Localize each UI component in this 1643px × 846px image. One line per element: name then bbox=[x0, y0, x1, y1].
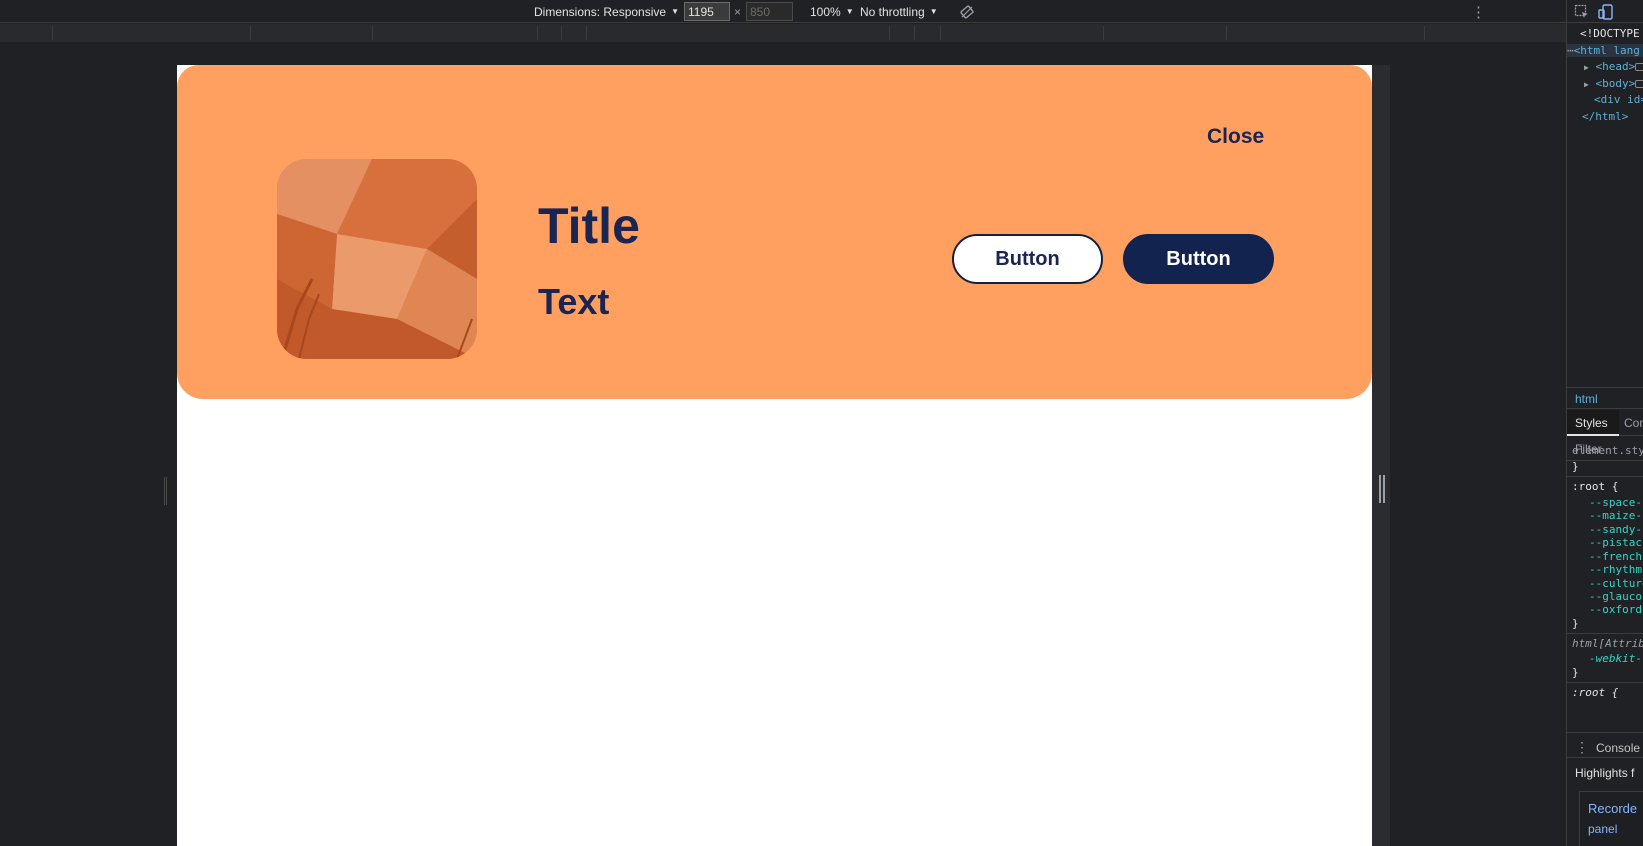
close-brace: } bbox=[1572, 617, 1579, 630]
dom-div[interactable]: <div id= bbox=[1594, 93, 1643, 106]
panel-link[interactable]: panel bbox=[1588, 822, 1617, 836]
devtools-toolbar bbox=[1567, 0, 1643, 23]
root-selector[interactable]: :root { bbox=[1572, 480, 1618, 493]
media-query-ruler bbox=[0, 24, 1566, 42]
width-input[interactable]: 1195 bbox=[684, 2, 730, 21]
css-variable[interactable]: --space- bbox=[1589, 496, 1642, 509]
ellipsis-icon bbox=[1635, 63, 1643, 71]
tab-styles[interactable]: Styles bbox=[1567, 410, 1619, 436]
dom-doctype[interactable]: <!DOCTYPE bbox=[1580, 27, 1640, 40]
chevron-down-icon: ▼ bbox=[845, 7, 854, 16]
dom-body[interactable]: ▶ <body> bbox=[1584, 77, 1643, 90]
resize-handle-left[interactable] bbox=[164, 477, 167, 505]
dom-head-tag: <head> bbox=[1595, 60, 1636, 73]
expand-triangle-icon[interactable]: ▶ bbox=[1584, 80, 1589, 89]
css-variable[interactable]: --rhythm bbox=[1589, 563, 1642, 576]
chevron-down-icon: ▼ bbox=[671, 7, 679, 16]
css-variable[interactable]: --pistac bbox=[1589, 536, 1642, 549]
devtools-drawer: ⋮ Console Highlights f Recorde panel bbox=[1567, 732, 1643, 846]
inspect-element-icon[interactable] bbox=[1574, 4, 1590, 20]
dom-html-close[interactable]: </html> bbox=[1582, 110, 1628, 123]
ellipsis-icon bbox=[1635, 80, 1643, 88]
throttling-label: No throttling bbox=[860, 4, 925, 19]
chevron-down-icon: ▼ bbox=[929, 7, 938, 16]
more-options-icon[interactable]: ⋮ bbox=[1471, 0, 1486, 23]
css-variable[interactable]: --maize- bbox=[1589, 509, 1642, 522]
tab-computed[interactable]: Con bbox=[1624, 416, 1643, 430]
close-brace: } bbox=[1572, 460, 1579, 473]
element-style-selector[interactable]: element.styl bbox=[1572, 444, 1643, 457]
zoom-dropdown[interactable]: 100% ▼ bbox=[810, 0, 854, 23]
banner-image bbox=[277, 159, 477, 359]
close-brace: } bbox=[1572, 666, 1579, 679]
dimension-separator: × bbox=[734, 4, 742, 19]
rotate-icon[interactable] bbox=[960, 0, 974, 23]
recorder-link[interactable]: Recorde bbox=[1588, 801, 1637, 816]
banner-title: Title bbox=[538, 198, 640, 254]
secondary-button[interactable]: Button bbox=[952, 234, 1103, 284]
emulated-page: Title Text Close Button Button bbox=[177, 65, 1372, 846]
breadcrumb[interactable]: html bbox=[1567, 387, 1643, 409]
close-button[interactable]: Close bbox=[1207, 125, 1264, 149]
dom-head[interactable]: ▶ <head> bbox=[1584, 60, 1643, 73]
dimensions-label: Dimensions: Responsive bbox=[534, 4, 667, 19]
css-variable[interactable]: --oxford- bbox=[1589, 603, 1643, 616]
devtools-panel: <!DOCTYPE ⋯<html lang ▶ <head> ▶ <body> … bbox=[1566, 0, 1643, 846]
resize-handle-right[interactable] bbox=[1379, 475, 1385, 503]
device-toggle-icon[interactable] bbox=[1598, 4, 1614, 20]
html-attr-selector[interactable]: html[Attrib bbox=[1572, 637, 1643, 650]
webkit-property[interactable]: -webkit- bbox=[1589, 652, 1642, 665]
primary-button[interactable]: Button bbox=[1123, 234, 1274, 284]
css-variable[interactable]: --culture bbox=[1589, 577, 1643, 590]
emulated-viewport: Title Text Close Button Button bbox=[0, 42, 1566, 846]
styles-tabbar: Styles Con bbox=[1567, 410, 1643, 436]
drawer-menu-icon[interactable]: ⋮ bbox=[1575, 739, 1589, 756]
css-variable[interactable]: --sandy- bbox=[1589, 523, 1642, 536]
dom-body-tag: <body> bbox=[1595, 77, 1636, 90]
dom-dots: ⋯ bbox=[1567, 44, 1574, 57]
dom-html-tag: <html lang bbox=[1573, 44, 1640, 57]
promo-banner: Title Text Close Button Button bbox=[177, 65, 1372, 399]
height-input[interactable]: 850 bbox=[746, 2, 793, 21]
tab-console[interactable]: Console bbox=[1596, 741, 1640, 755]
css-variable[interactable]: --glaucou bbox=[1589, 590, 1643, 603]
page-scrollbar[interactable] bbox=[1372, 65, 1390, 846]
css-variable[interactable]: --french bbox=[1589, 550, 1642, 563]
dimensions-dropdown[interactable]: Dimensions: Responsive ▼ bbox=[534, 0, 679, 23]
dom-html-open[interactable]: ⋯<html lang bbox=[1567, 44, 1643, 57]
expand-triangle-icon[interactable]: ▶ bbox=[1584, 63, 1589, 72]
root-selector[interactable]: :root { bbox=[1572, 686, 1618, 699]
throttling-dropdown[interactable]: No throttling ▼ bbox=[860, 0, 938, 23]
recorder-card[interactable]: Recorde panel bbox=[1579, 791, 1643, 846]
zoom-label: 100% bbox=[810, 4, 841, 19]
highlights-text: Highlights f bbox=[1575, 766, 1635, 780]
device-toolbar: Dimensions: Responsive ▼ 1195 × 850 100%… bbox=[0, 0, 1566, 23]
banner-text: Text bbox=[538, 281, 610, 322]
